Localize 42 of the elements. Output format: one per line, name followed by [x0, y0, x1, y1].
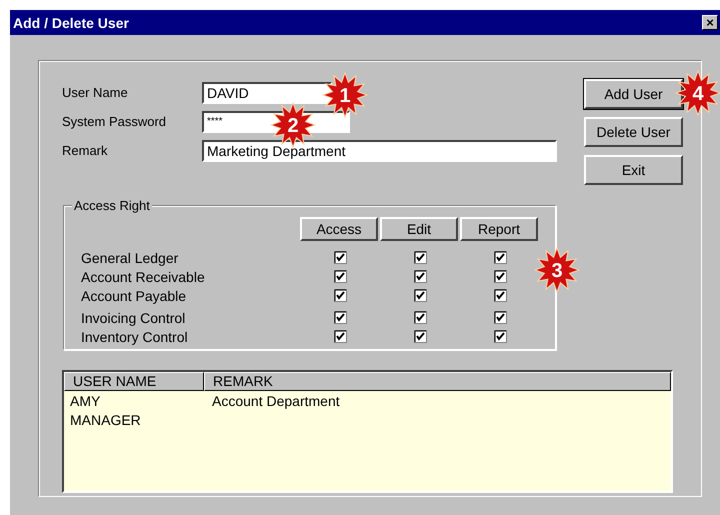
checkbox[interactable] [414, 251, 426, 264]
checkbox[interactable] [334, 289, 346, 302]
checkbox[interactable] [334, 311, 346, 324]
checkbox[interactable] [334, 330, 346, 343]
checkbox[interactable] [414, 311, 426, 324]
column-header[interactable]: Edit [380, 217, 458, 241]
checkbox[interactable] [494, 270, 506, 283]
list-cell: Account Department [212, 392, 340, 408]
column-header[interactable]: Report [460, 217, 538, 241]
list-column-header[interactable]: REMARK [204, 372, 671, 391]
module-label: Inventory Control [81, 328, 189, 344]
window-title: Add / Delete User [13, 14, 129, 30]
close-button[interactable]: × [702, 15, 718, 30]
list-cell: AMY [70, 392, 100, 408]
checkbox[interactable] [414, 270, 426, 283]
checkbox[interactable] [494, 311, 506, 324]
dialog-button[interactable]: Delete User [584, 117, 683, 147]
callout-badge: 1 [322, 72, 368, 118]
dialog-button[interactable]: Exit [584, 155, 683, 185]
checkbox[interactable] [494, 251, 506, 264]
input-field[interactable]: Marketing Department [202, 140, 557, 162]
module-label: General Ledger [81, 250, 180, 266]
group-title: Access Right [72, 198, 152, 213]
module-label: Invoicing Control [81, 310, 186, 326]
checkbox[interactable] [334, 251, 346, 264]
input-field[interactable]: DAVID [202, 82, 332, 104]
list-cell: MANAGER [70, 412, 141, 428]
checkbox[interactable] [414, 289, 426, 302]
checkbox[interactable] [334, 270, 346, 283]
checkbox[interactable] [414, 330, 426, 343]
field-label: System Password [62, 114, 168, 129]
module-label: Account Payable [81, 288, 188, 304]
callout-badge: 4 [675, 70, 720, 116]
checkbox[interactable] [494, 330, 506, 343]
dialog-button[interactable]: Add User [584, 79, 683, 109]
list-column-header[interactable]: USER NAME [64, 372, 204, 391]
field-label: Remark [62, 143, 109, 158]
module-label: Account Receivable [81, 268, 206, 284]
checkbox[interactable] [494, 289, 506, 302]
field-label: User Name [62, 85, 129, 100]
callout-badge: 3 [534, 247, 580, 293]
column-header[interactable]: Access [300, 217, 378, 241]
